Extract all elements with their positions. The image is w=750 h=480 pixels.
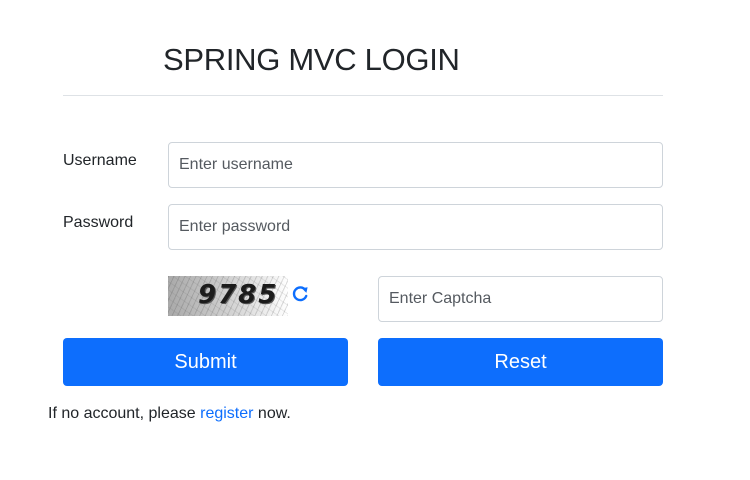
refresh-icon[interactable]: [289, 283, 311, 305]
username-label: Username: [63, 152, 137, 169]
password-label: Password: [63, 214, 134, 231]
submit-button[interactable]: Submit: [63, 338, 348, 386]
captcha-input[interactable]: [378, 276, 663, 322]
username-input[interactable]: [168, 142, 663, 188]
password-input[interactable]: [168, 204, 663, 250]
captcha-image: 9785: [168, 276, 288, 316]
register-prompt: If no account, please register now.: [48, 405, 291, 423]
register-prompt-suffix: now.: [253, 405, 291, 422]
title-divider: [63, 95, 663, 96]
login-page: SPRING MVC LOGIN Username Password 9785 …: [0, 0, 750, 480]
register-link[interactable]: register: [200, 405, 253, 422]
register-prompt-prefix: If no account, please: [48, 405, 201, 422]
page-title: SPRING MVC LOGIN: [163, 42, 460, 77]
reset-button[interactable]: Reset: [378, 338, 663, 386]
captcha-code: 9785: [198, 280, 279, 310]
